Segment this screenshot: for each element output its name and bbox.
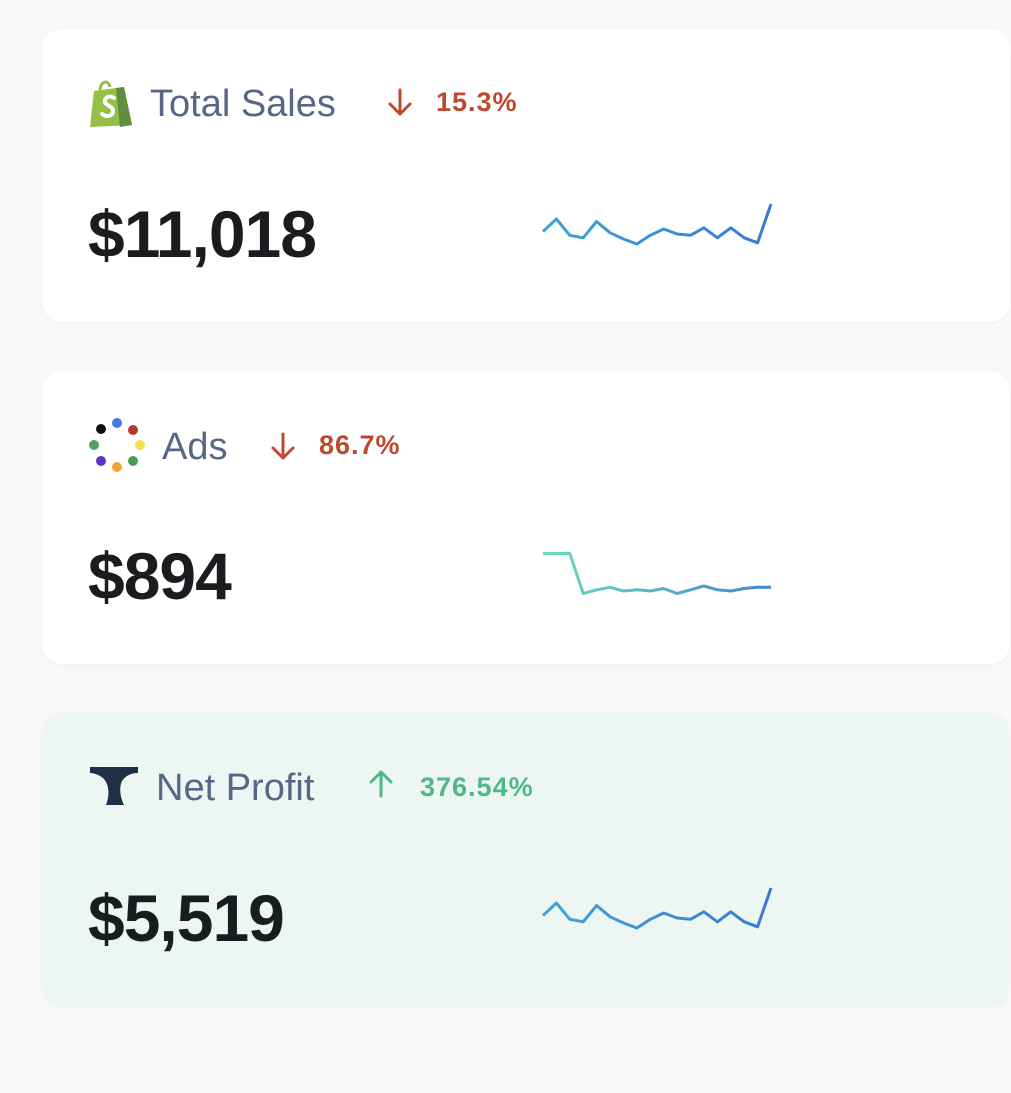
- arrow-down-icon: [270, 431, 296, 461]
- sparkline-series: [543, 552, 771, 595]
- card-value: $894: [88, 539, 232, 613]
- dot-ring-icon: [86, 415, 145, 472]
- sparkline-chart: [541, 203, 773, 246]
- shopify-bag-icon: [86, 77, 136, 129]
- arrow-down-icon: [387, 87, 413, 117]
- ads-card[interactable]: Ads 86.7% $894: [42, 371, 1010, 664]
- card-title: Ads: [162, 426, 228, 468]
- card-value: $5,519: [88, 881, 285, 955]
- sparkline-series: [541, 203, 773, 246]
- trend-percentage: 15.3%: [436, 87, 518, 117]
- trend-percentage: 86.7%: [319, 430, 401, 460]
- whale-tail-logo-icon: [88, 765, 138, 817]
- card-value: $11,018: [88, 197, 317, 271]
- arrow-up-icon: [368, 769, 394, 799]
- total-sales-card[interactable]: Total Sales 15.3% $11,018: [42, 29, 1010, 322]
- sparkline-series: [541, 887, 773, 930]
- sparkline-chart: [543, 552, 771, 595]
- card-title: Net Profit: [156, 767, 315, 809]
- card-title: Total Sales: [150, 83, 336, 125]
- trend-percentage: 376.54%: [420, 772, 534, 802]
- net-profit-card[interactable]: Net Profit 376.54% $5,519: [42, 713, 1010, 1006]
- sparkline-chart: [541, 887, 773, 930]
